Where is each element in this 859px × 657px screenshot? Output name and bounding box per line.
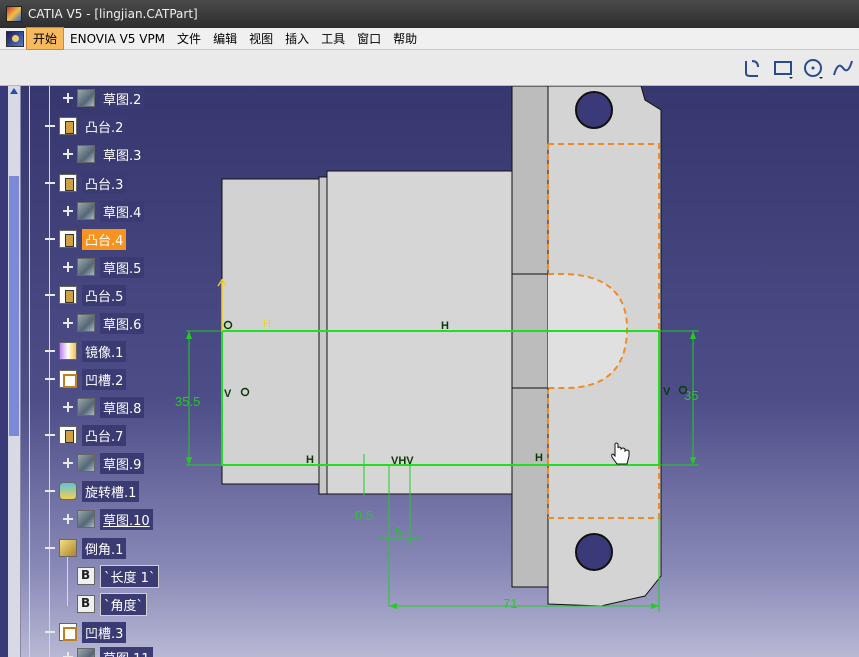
menu-tools[interactable]: 工具 — [315, 28, 351, 49]
dim-0-5: 0.5 — [355, 508, 373, 523]
tree-node[interactable]: 草图.6 — [63, 312, 145, 334]
pocket-icon — [59, 623, 77, 641]
tree-scrollbar[interactable] — [8, 86, 21, 657]
catia-logo-icon[interactable] — [6, 30, 24, 47]
part-step-ring — [318, 176, 328, 495]
menu-insert[interactable]: 插入 — [279, 28, 315, 49]
parameter-icon — [77, 567, 95, 585]
menu-bar: 开始 ENOVIA V5 VPM 文件 编辑 视图 插入 工具 窗口 帮助 — [0, 27, 859, 50]
dim-5: 5 — [395, 524, 402, 539]
tree-node[interactable]: 凸台.5 — [45, 284, 127, 306]
tree-node[interactable]: `长度 1` — [77, 564, 160, 588]
rectangle-icon[interactable] — [771, 56, 795, 80]
pocket-icon — [59, 370, 77, 388]
tree-node[interactable]: 凸台.2 — [45, 115, 127, 137]
tree-node[interactable]: 旋转槽.1 — [45, 480, 140, 502]
window-title: CATIA V5 - [lingjian.CATPart] — [28, 7, 198, 21]
constraint-h-bottom-2: H — [535, 452, 543, 464]
tree-node[interactable]: `角度` — [77, 592, 148, 616]
menu-file[interactable]: 文件 — [171, 28, 207, 49]
menu-help[interactable]: 帮助 — [387, 28, 423, 49]
chamfer-icon — [59, 539, 77, 557]
menu-edit[interactable]: 编辑 — [207, 28, 243, 49]
tree-node[interactable]: 草图.10 — [63, 508, 153, 530]
parameter-icon — [77, 595, 95, 613]
pad-icon — [59, 174, 77, 192]
menu-window[interactable]: 窗口 — [351, 28, 387, 49]
tree-node[interactable]: 凸台.3 — [45, 172, 127, 194]
specification-tree: 草图.2 凸台.2 草图.3 凸台.3 草图.4 凸台.4 草图.5 凸台.5 — [21, 86, 191, 657]
tree-node[interactable]: 草图.2 — [63, 87, 145, 109]
sketch-icon — [77, 398, 95, 416]
tree-node[interactable]: 草图.4 — [63, 200, 145, 222]
tree-node[interactable]: 草图.5 — [63, 256, 145, 278]
groove-icon — [59, 482, 77, 500]
flange-hole-top — [575, 91, 613, 129]
sketch-icon — [77, 145, 95, 163]
menu-start[interactable]: 开始 — [26, 27, 65, 50]
constraint-h-bottom-1: H — [306, 454, 314, 466]
pad-icon — [59, 117, 77, 135]
part-flange-face — [511, 86, 549, 588]
sketch-icon — [77, 202, 95, 220]
tree-node-selected[interactable]: 凸台.4 — [45, 228, 127, 250]
pad-icon — [59, 426, 77, 444]
pad-icon — [59, 230, 77, 248]
sketch-icon — [77, 454, 95, 472]
tree-node[interactable]: 草图.8 — [63, 396, 145, 418]
sketch-icon — [77, 648, 95, 657]
menu-enovia[interactable]: ENOVIA V5 VPM — [64, 30, 171, 48]
part-cylinder-2 — [326, 170, 513, 495]
dim-71: 71 — [503, 596, 517, 611]
scroll-thumb[interactable] — [9, 176, 19, 436]
tree-node[interactable]: 镜像.1 — [45, 340, 127, 362]
spline-icon[interactable] — [831, 56, 855, 80]
tree-node[interactable]: 草图.11 — [63, 646, 153, 657]
tree-node[interactable]: 凹槽.3 — [45, 621, 127, 643]
sketch-icon — [77, 314, 95, 332]
catia-app-icon — [6, 6, 22, 22]
pad-icon — [59, 286, 77, 304]
constraint-vhv: VHV — [391, 455, 414, 467]
3d-viewport[interactable]: 35.5 35 0.5 5 71 H H H VHV V V H 草图.2 凸台… — [21, 86, 859, 657]
tree-node[interactable]: 倒角.1 — [45, 537, 127, 559]
menu-view[interactable]: 视图 — [243, 28, 279, 49]
sketch-icon — [77, 89, 95, 107]
title-bar: CATIA V5 - [lingjian.CATPart] — [0, 0, 859, 28]
constraint-v-left: V — [224, 388, 232, 400]
mirror-icon — [59, 342, 77, 360]
tree-node[interactable]: 凸台.7 — [45, 424, 127, 446]
flange-hole-bottom — [575, 533, 613, 571]
constraint-v-right: V — [663, 386, 671, 398]
tree-node[interactable]: 凹槽.2 — [45, 368, 127, 390]
axis-h-yellow: H — [263, 318, 271, 330]
sketch-icon — [77, 258, 95, 276]
scroll-up-arrow-icon[interactable] — [10, 88, 18, 94]
tree-node[interactable]: 草图.9 — [63, 452, 145, 474]
circle-icon[interactable] — [801, 56, 825, 80]
toolbar — [0, 50, 859, 86]
constraint-h-top: H — [441, 320, 449, 332]
sketch-icon — [77, 510, 95, 528]
profile-icon[interactable] — [741, 56, 765, 80]
tree-node[interactable]: 草图.3 — [63, 143, 145, 165]
